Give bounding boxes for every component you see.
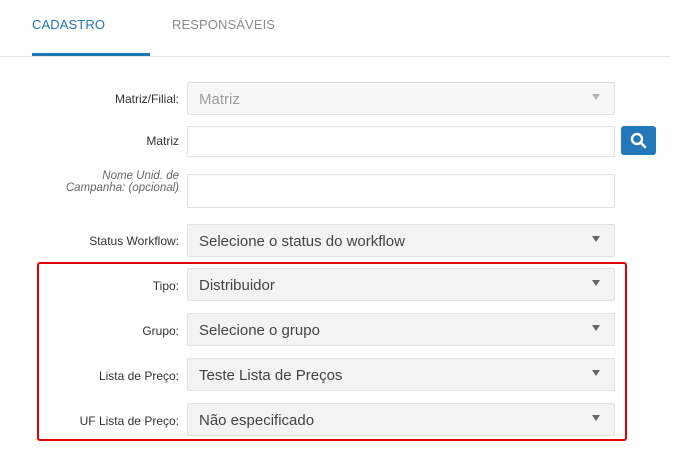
chevron-down-icon	[592, 94, 600, 100]
grupo-select[interactable]: Selecione o grupo	[187, 313, 615, 346]
chevron-down-icon	[592, 236, 600, 242]
chevron-down-icon	[592, 370, 600, 376]
nome-unid-campanha-input[interactable]	[187, 174, 615, 208]
active-tab-indicator	[32, 53, 150, 56]
tab-responsaveis[interactable]: RESPONSÁVEIS	[172, 17, 275, 32]
lista-preco-select[interactable]: Teste Lista de Preços	[187, 358, 615, 391]
tipo-label: Tipo:	[152, 279, 179, 293]
nome-unid-campanha-label: Nome Unid. de Campanha: (opcional)	[65, 170, 179, 194]
tab-cadastro[interactable]: CADASTRO	[32, 17, 105, 32]
status-workflow-select[interactable]: Selecione o status do workflow	[187, 224, 615, 257]
matriz-filial-value: Matriz	[199, 91, 240, 108]
lista-preco-value: Teste Lista de Preços	[199, 367, 343, 384]
tipo-select[interactable]: Distribuidor	[187, 268, 615, 301]
matriz-label: Matriz	[146, 134, 179, 148]
chevron-down-icon	[592, 325, 600, 331]
status-workflow-value: Selecione o status do workflow	[199, 233, 405, 250]
uf-lista-preco-label: UF Lista de Preço:	[79, 414, 179, 428]
tipo-value: Distribuidor	[199, 277, 275, 294]
chevron-down-icon	[592, 415, 600, 421]
matriz-input[interactable]	[187, 126, 615, 157]
status-workflow-label: Status Workflow:	[89, 234, 179, 248]
chevron-down-icon	[592, 280, 600, 286]
lista-preco-label: Lista de Preço:	[98, 369, 179, 383]
grupo-label: Grupo:	[142, 324, 179, 338]
uf-lista-preco-value: Não especificado	[199, 412, 315, 429]
search-button[interactable]	[621, 126, 656, 155]
uf-lista-preco-select[interactable]: Não especificado	[187, 403, 615, 436]
tab-bar: CADASTRO RESPONSÁVEIS	[0, 0, 670, 57]
grupo-value: Selecione o grupo	[199, 322, 320, 339]
search-icon	[630, 132, 647, 149]
matriz-filial-label: Matriz/Filial:	[114, 92, 179, 106]
matriz-filial-select[interactable]: Matriz	[187, 82, 615, 115]
